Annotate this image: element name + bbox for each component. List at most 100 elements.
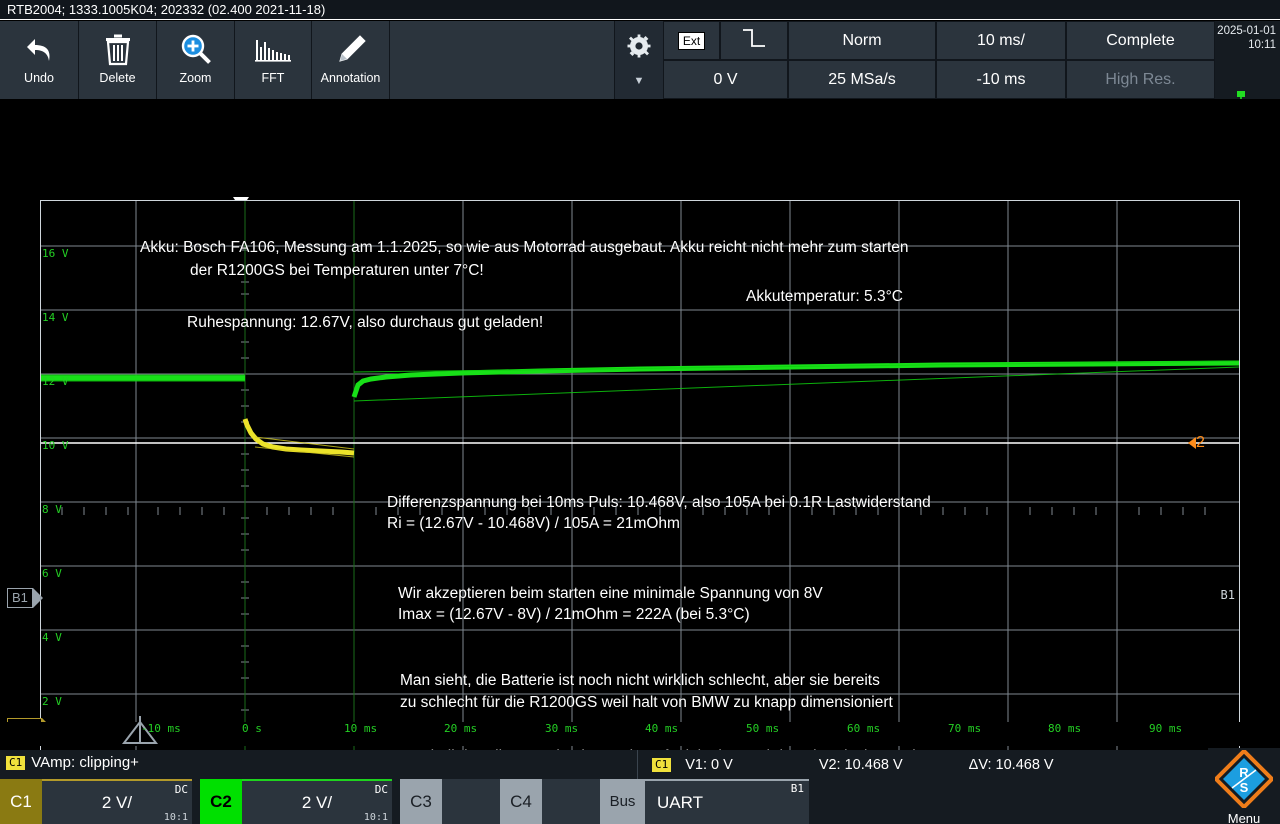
bus-id-label: B1 bbox=[791, 782, 804, 795]
delete-button[interactable]: Delete bbox=[79, 21, 157, 99]
cursor-readout-group[interactable]: C1 V1: 0 V V2: 10.468 V ΔV: 10.468 V bbox=[637, 750, 1212, 779]
cursor-readout-v1: V1: 0 V bbox=[685, 757, 733, 773]
resolution-mode-button[interactable]: High Res. bbox=[1066, 60, 1215, 99]
y-label: 6 V bbox=[42, 567, 62, 580]
waveform-noise-c2 bbox=[41, 361, 1239, 781]
zoom-button[interactable]: Zoom bbox=[157, 21, 235, 99]
magnifier-plus-icon bbox=[179, 29, 213, 71]
x-label: 20 ms bbox=[444, 722, 477, 735]
channel-panel-c3[interactable] bbox=[442, 779, 500, 824]
x-label: 0 s bbox=[242, 722, 262, 735]
measurement-left[interactable]: C1 VAmp: clipping+ bbox=[6, 754, 139, 771]
annotation-text: Differenzspannung bei 10ms Puls: 10.468V… bbox=[387, 491, 931, 514]
x-label: 60 ms bbox=[847, 722, 880, 735]
window-title: RTB2004; 1333.1005K04; 202332 (02.400 20… bbox=[0, 0, 1280, 20]
tag-pointer-icon bbox=[33, 588, 43, 608]
channel-scale-c1: 2 V/ bbox=[102, 793, 132, 813]
channel-coupling-c1: DC bbox=[175, 783, 188, 796]
channel-control-c3[interactable]: C3 bbox=[400, 779, 500, 824]
x-label: 10 ms bbox=[344, 722, 377, 735]
annotation-text: Man sieht, die Batterie ist noch nicht w… bbox=[400, 669, 880, 692]
svg-text:S: S bbox=[1240, 780, 1249, 795]
annotation-button[interactable]: Annotation bbox=[312, 21, 390, 99]
channel-key-c2[interactable]: C2 bbox=[200, 779, 242, 824]
clock-date: 2025-01-01 bbox=[1215, 24, 1276, 38]
annotation-text: Ruhespannung: 12.67V, also durchaus gut … bbox=[187, 311, 543, 334]
cursor-arrow-icon bbox=[1188, 437, 1196, 449]
svg-text:R: R bbox=[1239, 765, 1249, 780]
x-label: 90 ms bbox=[1149, 722, 1182, 735]
undo-label: Undo bbox=[24, 71, 54, 85]
zoom-label: Zoom bbox=[180, 71, 212, 85]
annotation-label: Annotation bbox=[321, 71, 381, 85]
channel-key-c1[interactable]: C1 bbox=[0, 779, 42, 824]
trigger-source-button[interactable]: Ext bbox=[663, 21, 720, 60]
trigger-mode-button[interactable]: Norm bbox=[788, 21, 936, 60]
delete-label: Delete bbox=[99, 71, 135, 85]
y-label: 16 V bbox=[42, 247, 69, 260]
x-label: -10 ms bbox=[141, 722, 181, 735]
cursor-readout-dv: ΔV: 10.468 V bbox=[969, 757, 1054, 773]
trigger-level-button[interactable]: 0 V bbox=[663, 60, 788, 99]
channel-probe-c2: 10:1 bbox=[364, 812, 388, 823]
bus-tag-label: B1 bbox=[7, 588, 33, 608]
measurement-status-text: VAmp: clipping+ bbox=[31, 754, 139, 771]
channel-panel-c1[interactable]: 2 V/ DC 10:1 bbox=[42, 779, 192, 824]
channel-key-c4[interactable]: C4 bbox=[500, 779, 542, 824]
channel-control-c1[interactable]: C1 2 V/ DC 10:1 bbox=[0, 779, 192, 824]
channel-key-c3[interactable]: C3 bbox=[400, 779, 442, 824]
y-label: 14 V bbox=[42, 311, 69, 324]
undo-arrow-icon bbox=[22, 29, 56, 71]
clock-display: 2025-01-01 10:11 bbox=[1215, 21, 1280, 99]
cursor-marker-2[interactable]: 2 bbox=[1188, 434, 1205, 452]
annotation-text: zu schlecht für die R1200GS weil halt vo… bbox=[400, 691, 893, 714]
channel-scale-c2: 2 V/ bbox=[302, 793, 332, 813]
acquisition-state-button[interactable]: Complete bbox=[1066, 21, 1215, 60]
bus-key[interactable]: Bus bbox=[600, 779, 645, 824]
undo-button[interactable]: Undo bbox=[0, 21, 79, 99]
oscilloscope-screen: RTB2004; 1333.1005K04; 202332 (02.400 20… bbox=[0, 0, 1280, 824]
annotation-text: Akkutemperatur: 5.3°C bbox=[746, 285, 903, 308]
pencil-icon bbox=[334, 29, 368, 71]
chevron-down-icon[interactable]: ▼ bbox=[634, 75, 645, 87]
y-label: 10 V bbox=[42, 439, 69, 452]
toolbar-empty-area bbox=[390, 21, 615, 99]
annotation-text: der R1200GS bei Temperaturen unter 7°C! bbox=[190, 259, 484, 282]
channel-panel-c2[interactable]: 2 V/ DC 10:1 bbox=[242, 779, 392, 824]
spectrum-bars-icon bbox=[254, 29, 292, 71]
channel-bar: C1 2 V/ DC 10:1 C2 2 V/ DC 10:1 C3 C4 Bu… bbox=[0, 779, 1280, 824]
annotation-text: Akku: Bosch FA106, Messung am 1.1.2025, … bbox=[140, 236, 909, 259]
channel-control-bus[interactable]: Bus UART B1 bbox=[600, 779, 809, 824]
cursor-readout-v2: V2: 10.468 V bbox=[819, 757, 903, 773]
trigger-source-value: Ext bbox=[678, 32, 705, 50]
annotation-text: Imax = (12.67V - 8V) / 21mOhm = 222A (be… bbox=[398, 603, 750, 626]
bus-panel[interactable]: UART B1 bbox=[645, 779, 809, 824]
toolbar-settings-group[interactable]: ▼ bbox=[615, 21, 663, 99]
fft-label: FFT bbox=[262, 71, 285, 85]
timebase-button[interactable]: 10 ms/ bbox=[936, 21, 1066, 60]
y-label: 4 V bbox=[42, 631, 62, 644]
x-label: 50 ms bbox=[746, 722, 779, 735]
y-label: 8 V bbox=[42, 503, 62, 516]
annotation-text: Ri = (12.67V - 10.468V) / 105A = 21mOhm bbox=[387, 512, 680, 535]
y-label: 2 V bbox=[42, 695, 62, 708]
waveform-area: 16 V 14 V 12 V 10 V 8 V 6 V 4 V 2 V 0 V … bbox=[0, 99, 1280, 723]
horizontal-offset-button[interactable]: -10 ms bbox=[936, 60, 1066, 99]
trigger-slope-button[interactable] bbox=[720, 21, 788, 60]
bus-tag-b1[interactable]: B1 bbox=[3, 588, 43, 608]
rs-logo-icon: R S bbox=[1215, 750, 1273, 813]
fft-button[interactable]: FFT bbox=[235, 21, 312, 99]
annotation-text: Wir akzeptieren beim starten eine minima… bbox=[398, 582, 823, 605]
y-label: 12 V bbox=[42, 375, 69, 388]
trash-icon bbox=[103, 29, 133, 71]
channel-probe-c1: 10:1 bbox=[164, 812, 188, 823]
toolbar: Undo Delete bbox=[0, 21, 1280, 99]
gear-icon[interactable] bbox=[627, 34, 651, 63]
channel-coupling-c2: DC bbox=[375, 783, 388, 796]
menu-button[interactable]: R S Menu bbox=[1208, 748, 1280, 824]
channel-control-c4[interactable]: C4 bbox=[500, 779, 600, 824]
channel-panel-c4[interactable] bbox=[542, 779, 600, 824]
x-label: 80 ms bbox=[1048, 722, 1081, 735]
channel-control-c2[interactable]: C2 2 V/ DC 10:1 bbox=[200, 779, 392, 824]
sample-rate-display[interactable]: 25 MSa/s bbox=[788, 60, 936, 99]
